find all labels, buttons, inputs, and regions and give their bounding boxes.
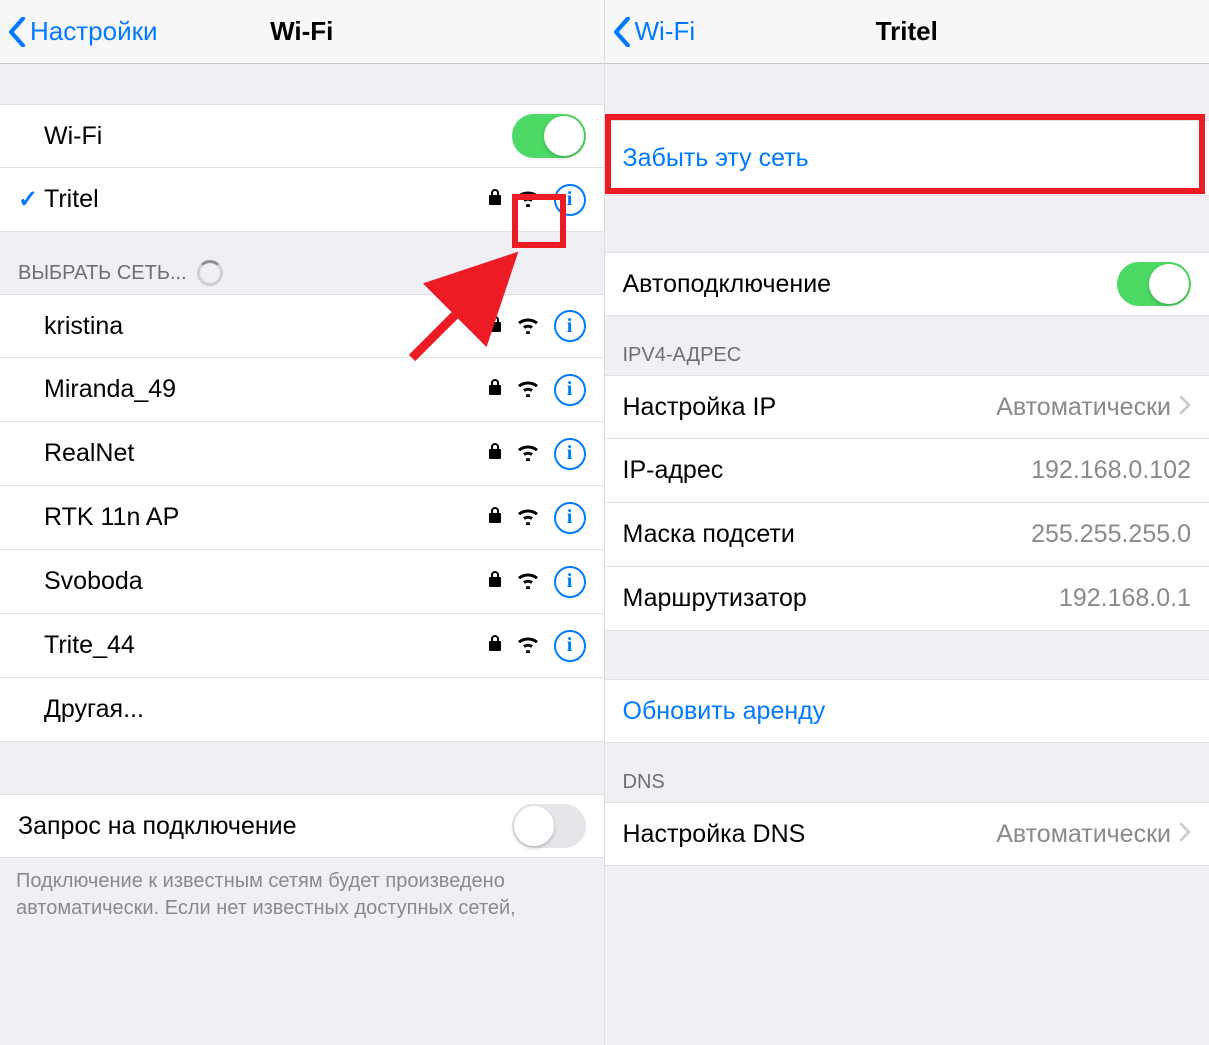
connected-network-row[interactable]: ✓ Tritel i: [0, 168, 604, 232]
nav-bar: Настройки Wi-Fi: [0, 0, 604, 64]
ask-to-join-toggle[interactable]: [512, 804, 586, 848]
lock-icon: [488, 570, 502, 593]
info-icon[interactable]: i: [554, 310, 586, 342]
info-icon[interactable]: i: [554, 502, 586, 534]
dns-header: DNS: [605, 743, 1209, 802]
configure-dns-row[interactable]: Настройка DNS Автоматически: [605, 802, 1209, 866]
ask-to-join-row[interactable]: Запрос на подключение: [0, 794, 604, 858]
wifi-icon: [516, 567, 540, 596]
info-icon[interactable]: i: [554, 566, 586, 598]
connected-network-name: Tritel: [44, 185, 488, 214]
wifi-icon: [516, 503, 540, 532]
forget-network-label: Забыть эту сеть: [623, 144, 809, 173]
back-label: Настройки: [30, 16, 158, 47]
network-name: Miranda_49: [44, 375, 488, 404]
back-button[interactable]: Wi-Fi: [605, 16, 696, 47]
configure-ip-row[interactable]: Настройка IP Автоматически: [605, 375, 1209, 439]
wifi-icon: [516, 375, 540, 404]
ip-address-value: 192.168.0.102: [1031, 456, 1191, 485]
nav-bar: Wi-Fi Tritel: [605, 0, 1209, 64]
lock-icon: [488, 378, 502, 401]
auto-join-toggle[interactable]: [1117, 262, 1191, 306]
wifi-toggle-row[interactable]: Wi-Fi: [0, 104, 604, 168]
configure-ip-value: Автоматически: [996, 393, 1171, 422]
subnet-label: Маска подсети: [623, 520, 1032, 549]
info-icon[interactable]: i: [554, 374, 586, 406]
ip-address-row: IP-адрес 192.168.0.102: [605, 439, 1209, 503]
info-icon[interactable]: i: [554, 184, 586, 216]
network-row[interactable]: Svoboda i: [0, 550, 604, 614]
forget-network-button[interactable]: Забыть эту сеть: [605, 120, 1209, 196]
auto-join-row[interactable]: Автоподключение: [605, 252, 1209, 316]
renew-lease-label: Обновить аренду: [623, 697, 826, 726]
renew-lease-button[interactable]: Обновить аренду: [605, 679, 1209, 743]
ipv4-header: IPV4-АДРЕС: [605, 316, 1209, 375]
network-row[interactable]: RealNet i: [0, 422, 604, 486]
network-row[interactable]: RTK 11n AP i: [0, 486, 604, 550]
wifi-toggle[interactable]: [512, 114, 586, 158]
spinner-icon: [197, 260, 223, 286]
other-network-label: Другая...: [44, 695, 586, 724]
configure-ip-label: Настройка IP: [623, 393, 997, 422]
choose-network-header: ВЫБРАТЬ СЕТЬ...: [0, 232, 604, 294]
wifi-icon: [516, 312, 540, 341]
wifi-icon: [516, 439, 540, 468]
network-list: kristinaiMiranda_49iRealNetiRTK 11n APiS…: [0, 294, 604, 678]
lock-icon: [488, 315, 502, 338]
network-name: Svoboda: [44, 567, 488, 596]
ask-to-join-label: Запрос на подключение: [18, 812, 512, 841]
subnet-row: Маска подсети 255.255.255.0: [605, 503, 1209, 567]
other-network-row[interactable]: Другая...: [0, 678, 604, 742]
configure-dns-label: Настройка DNS: [623, 820, 997, 849]
network-name: RealNet: [44, 439, 488, 468]
router-row: Маршрутизатор 192.168.0.1: [605, 567, 1209, 631]
footer-text: Подключение к известным сетям будет прои…: [0, 858, 604, 932]
lock-icon: [488, 506, 502, 529]
configure-dns-value: Автоматически: [996, 820, 1171, 849]
wifi-icon: [516, 185, 540, 214]
lock-icon: [488, 442, 502, 465]
network-row[interactable]: kristina i: [0, 294, 604, 358]
chevron-left-icon: [613, 17, 631, 47]
info-icon[interactable]: i: [554, 630, 586, 662]
network-detail-screen: Wi-Fi Tritel Забыть эту сеть Автоподключ…: [605, 0, 1209, 1045]
lock-icon: [488, 634, 502, 657]
back-button[interactable]: Настройки: [0, 16, 158, 47]
auto-join-label: Автоподключение: [623, 270, 1118, 299]
ip-address-label: IP-адрес: [623, 456, 1032, 485]
checkmark-icon: ✓: [18, 185, 44, 214]
wifi-icon: [516, 631, 540, 660]
network-row[interactable]: Trite_44 i: [0, 614, 604, 678]
page-title: Tritel: [605, 16, 1209, 47]
lock-icon: [488, 188, 502, 211]
subnet-value: 255.255.255.0: [1031, 520, 1191, 549]
network-name: Trite_44: [44, 631, 488, 660]
info-icon[interactable]: i: [554, 438, 586, 470]
network-row[interactable]: Miranda_49 i: [0, 358, 604, 422]
wifi-list-screen: Настройки Wi-Fi Wi-Fi ✓ Tritel i ВЫБРАТЬ…: [0, 0, 605, 1045]
back-label: Wi-Fi: [635, 16, 696, 47]
chevron-left-icon: [8, 17, 26, 47]
wifi-toggle-label: Wi-Fi: [44, 122, 512, 151]
router-value: 192.168.0.1: [1059, 584, 1191, 613]
router-label: Маршрутизатор: [623, 584, 1059, 613]
chevron-right-icon: [1179, 393, 1191, 422]
network-name: kristina: [44, 312, 488, 341]
chevron-right-icon: [1179, 820, 1191, 849]
network-name: RTK 11n AP: [44, 503, 488, 532]
